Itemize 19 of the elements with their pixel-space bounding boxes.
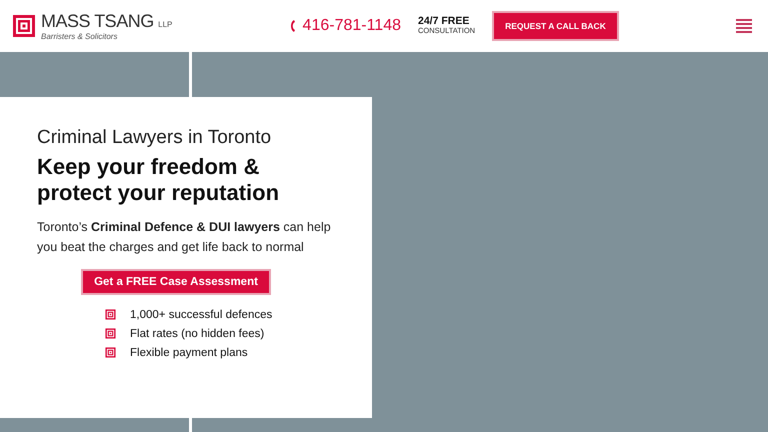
benefit-text: Flexible payment plans [130, 346, 248, 358]
hero-intro: Toronto’s Criminal Defence & DUI lawyers can help you beat the charges and get life back to normal [37, 219, 332, 256]
hero-kicker: Criminal Lawyers in Toronto [37, 127, 272, 149]
bullet-icon [105, 347, 116, 358]
brand-name: MASS TSANG [41, 10, 154, 30]
brand-suffix: LLP [158, 20, 172, 28]
bullet-icon [105, 328, 116, 339]
request-call-button[interactable]: REQUEST A CALL BACK [492, 11, 619, 41]
benefit-text: Flat rates (no hidden fees) [130, 328, 264, 340]
benefit-text: 1,000+ successful defences [130, 308, 272, 320]
logo-icon [12, 14, 36, 38]
hours-label: 24/7 FREE [418, 16, 470, 26]
case-assessment-button[interactable]: Get a FREE Case Assessment [81, 269, 271, 295]
hero-headline: Keep your freedom & protect your reputation [37, 154, 280, 206]
phone-icon [290, 20, 295, 32]
bullet-icon [105, 309, 116, 320]
phone-link[interactable]: 416-781-1148 [302, 17, 401, 35]
brand-tagline: Barristers & Solicitors [41, 32, 118, 40]
menu-icon[interactable] [736, 19, 752, 33]
